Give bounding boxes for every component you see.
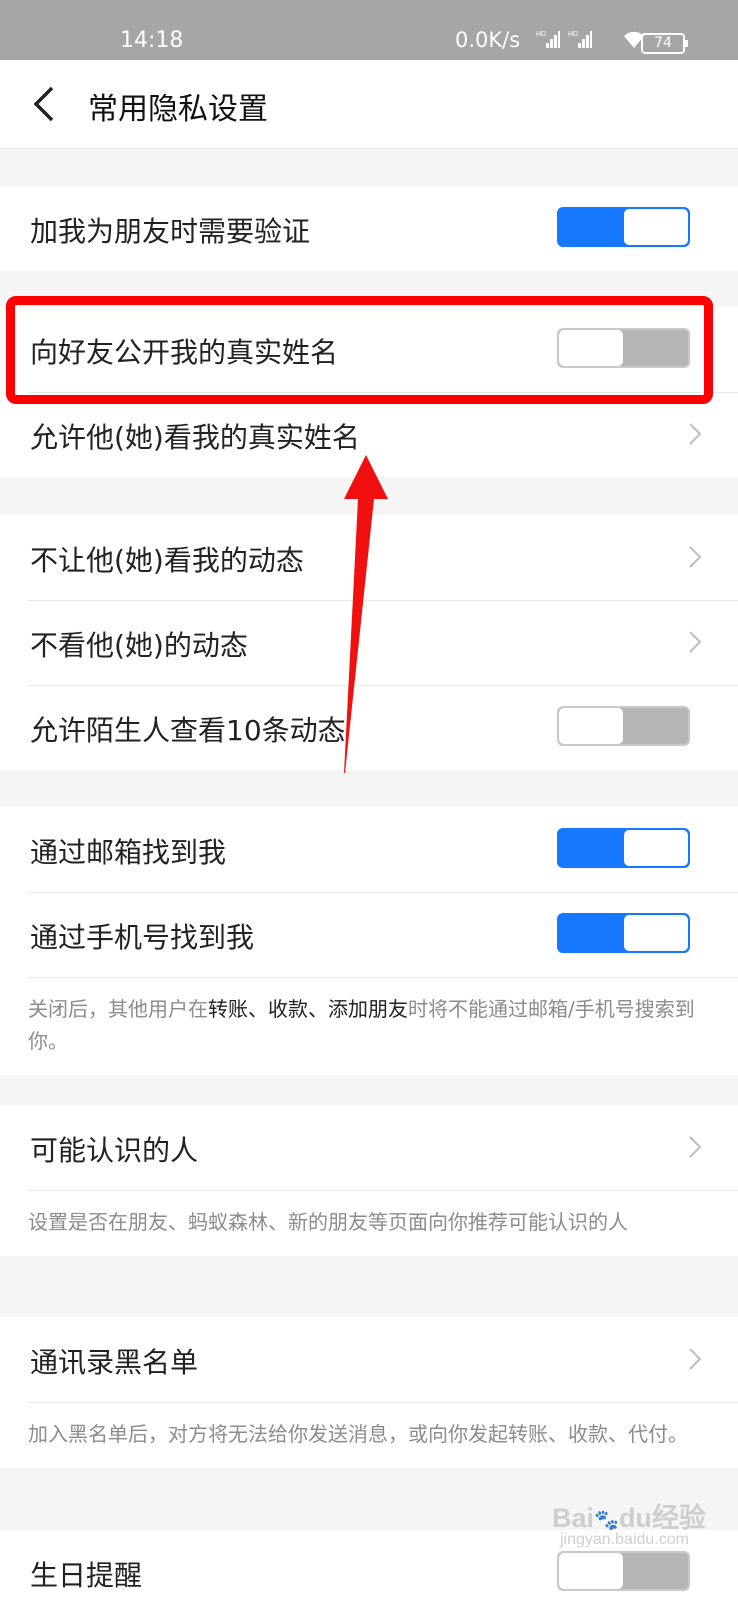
paw-icon: 🐾 xyxy=(594,1509,619,1532)
people-you-may-know-label: 可能认识的人 xyxy=(30,1134,199,1167)
group-blacklist: 通讯录黑名单 加入黑名单后，对方将无法给你发送消息，或向你发起转账、收款、代付。 xyxy=(0,1317,738,1468)
find-by-phone-toggle[interactable] xyxy=(557,913,690,953)
stranger-ten-moments-label: 允许陌生人查看10条动态 xyxy=(30,714,346,747)
svg-text:HD: HD xyxy=(536,31,546,38)
birthday-reminder-label: 生日提醒 xyxy=(30,1559,143,1592)
hide-their-moments-label: 不看他(她)的动态 xyxy=(30,629,248,662)
note-emphasis: 转账、收款、添加朋友 xyxy=(208,997,408,1021)
status-time: 14:18 xyxy=(120,28,184,53)
chevron-right-icon xyxy=(688,630,702,654)
baidu-watermark: Bai🐾du经验 jingyan.baidu.com xyxy=(552,1496,706,1549)
find-by-email-label: 通过邮箱找到我 xyxy=(30,836,227,869)
verify-friend-toggle[interactable] xyxy=(557,207,690,247)
page-title: 常用隐私设置 xyxy=(88,92,268,127)
network-speed: 0.0K/s xyxy=(455,28,521,52)
svg-text:HD: HD xyxy=(568,31,578,38)
row-find-by-email: 通过邮箱找到我 xyxy=(0,807,738,892)
battery-icon: 74 xyxy=(641,33,688,54)
row-people-you-may-know[interactable]: 可能认识的人 xyxy=(0,1105,738,1190)
show-real-name-label: 向好友公开我的真实姓名 xyxy=(30,336,339,369)
find-by-phone-label: 通过手机号找到我 xyxy=(30,921,255,954)
find-by-email-toggle[interactable] xyxy=(557,828,690,868)
group-may-know: 可能认识的人 设置是否在朋友、蚂蚁森林、新的朋友等页面向你推荐可能认识的人 xyxy=(0,1105,738,1256)
watermark-cn: 经验 xyxy=(651,1503,706,1533)
verify-friend-label: 加我为朋友时需要验证 xyxy=(30,215,311,248)
watermark-url: jingyan.baidu.com xyxy=(560,1531,689,1548)
nav-bar: 常用隐私设置 xyxy=(0,60,738,149)
row-hide-my-moments[interactable]: 不让他(她)看我的动态 xyxy=(0,515,738,600)
row-hide-their-moments[interactable]: 不看他(她)的动态 xyxy=(0,600,738,685)
chevron-right-icon xyxy=(688,1347,702,1371)
signal-icon-2: HD xyxy=(568,29,592,55)
row-verify-friend: 加我为朋友时需要验证 xyxy=(0,186,738,271)
row-contacts-blacklist[interactable]: 通讯录黑名单 xyxy=(0,1317,738,1402)
blacklist-note: 加入黑名单后，对方将无法给你发送消息，或向你发起转账、收款、代付。 xyxy=(0,1402,738,1468)
row-allow-view-name[interactable]: 允许他(她)看我的真实姓名 xyxy=(0,392,738,477)
row-stranger-ten-moments: 允许陌生人查看10条动态 xyxy=(0,685,738,770)
find-me-note: 关闭后，其他用户在转账、收款、添加朋友时将不能通过邮箱/手机号搜索到你。 xyxy=(0,977,738,1075)
may-know-note: 设置是否在朋友、蚂蚁森林、新的朋友等页面向你推荐可能认识的人 xyxy=(0,1190,738,1256)
watermark-brand: Bai xyxy=(552,1503,595,1533)
signal-icon: HD xyxy=(536,29,560,55)
back-arrow-icon[interactable] xyxy=(28,82,62,126)
status-bar: 14:18 0.0K/s HD HD 74 xyxy=(0,0,738,60)
status-icons: HD HD xyxy=(536,28,648,56)
stranger-ten-moments-toggle[interactable] xyxy=(557,706,690,746)
group-verify: 加我为朋友时需要验证 xyxy=(0,186,738,271)
hide-my-moments-label: 不让他(她)看我的动态 xyxy=(30,544,304,577)
chevron-right-icon xyxy=(688,545,702,569)
show-real-name-toggle[interactable] xyxy=(557,328,690,368)
note-prefix: 关闭后，其他用户在 xyxy=(28,997,208,1021)
watermark-brand2: du xyxy=(618,1503,652,1533)
row-show-real-name: 向好友公开我的真实姓名 xyxy=(0,307,738,392)
allow-view-name-label: 允许他(她)看我的真实姓名 xyxy=(30,421,360,454)
chevron-right-icon xyxy=(688,1135,702,1159)
group-moments: 不让他(她)看我的动态 不看他(她)的动态 允许陌生人查看10条动态 xyxy=(0,515,738,770)
group-real-name: 向好友公开我的真实姓名 允许他(她)看我的真实姓名 xyxy=(0,307,738,477)
birthday-reminder-toggle[interactable] xyxy=(557,1551,690,1591)
group-find-me: 通过邮箱找到我 通过手机号找到我 关闭后，其他用户在转账、收款、添加朋友时将不能… xyxy=(0,807,738,1075)
row-find-by-phone: 通过手机号找到我 xyxy=(0,892,738,977)
chevron-right-icon xyxy=(688,422,702,446)
contacts-blacklist-label: 通讯录黑名单 xyxy=(30,1346,199,1379)
